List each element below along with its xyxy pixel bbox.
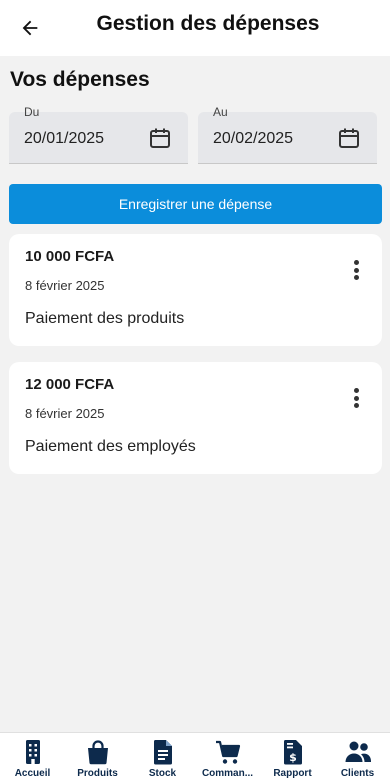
expense-date: 8 février 2025 <box>25 406 105 421</box>
users-icon <box>345 741 371 762</box>
top-app-bar: Gestion des dépenses <box>0 0 390 56</box>
app-screen: Gestion des dépenses Vos dépenses Du 20/… <box>0 0 390 779</box>
date-to-value[interactable]: 20/02/2025 <box>213 130 293 148</box>
building-icon <box>25 740 40 764</box>
date-from-value[interactable]: 20/01/2025 <box>24 130 104 148</box>
document-icon <box>153 740 172 765</box>
nav-item-commandes[interactable]: Comman... <box>195 733 260 779</box>
nav-label: Comman... <box>201 768 254 779</box>
svg-text:$: $ <box>289 751 297 764</box>
date-from-field[interactable]: Du 20/01/2025 <box>9 105 188 164</box>
nav-label: Clients <box>340 768 375 779</box>
expense-amount: 12 000 FCFA <box>25 376 115 393</box>
shopping-bag-icon <box>87 740 108 765</box>
invoice-dollar-icon: $ <box>283 740 302 765</box>
expense-card[interactable]: 10 000 FCFA 8 février 2025 Paiement des … <box>9 234 382 346</box>
expense-date: 8 février 2025 <box>25 278 105 293</box>
nav-label: Rapport <box>273 768 312 779</box>
date-to-label: Au <box>213 105 228 119</box>
date-from-label: Du <box>24 105 40 119</box>
nav-item-rapport[interactable]: $ Rapport <box>260 733 325 779</box>
expense-description: Paiement des employés <box>25 438 196 455</box>
more-options-icon[interactable] <box>344 258 368 282</box>
calendar-icon[interactable] <box>148 126 172 150</box>
expense-description: Paiement des produits <box>25 310 185 327</box>
expense-amount: 10 000 FCFA <box>25 248 115 265</box>
bottom-navigation: Accueil Produits Stock Comman... $ Rappo… <box>0 732 390 779</box>
nav-item-clients[interactable]: Clients <box>325 733 390 779</box>
nav-item-produits[interactable]: Produits <box>65 733 130 779</box>
nav-label: Accueil <box>14 768 51 779</box>
nav-item-stock[interactable]: Stock <box>130 733 195 779</box>
page-title: Gestion des dépenses <box>96 12 320 35</box>
calendar-icon[interactable] <box>337 126 361 150</box>
date-to-field[interactable]: Au 20/02/2025 <box>198 105 377 164</box>
nav-item-accueil[interactable]: Accueil <box>0 733 65 779</box>
more-options-icon[interactable] <box>344 386 368 410</box>
nav-label: Stock <box>148 768 177 779</box>
add-expense-button[interactable]: Enregistrer une dépense <box>9 184 382 224</box>
expense-card[interactable]: 12 000 FCFA 8 février 2025 Paiement des … <box>9 362 382 474</box>
cart-icon <box>215 740 240 764</box>
nav-label: Produits <box>77 768 118 779</box>
section-title: Vos dépenses <box>10 68 150 91</box>
